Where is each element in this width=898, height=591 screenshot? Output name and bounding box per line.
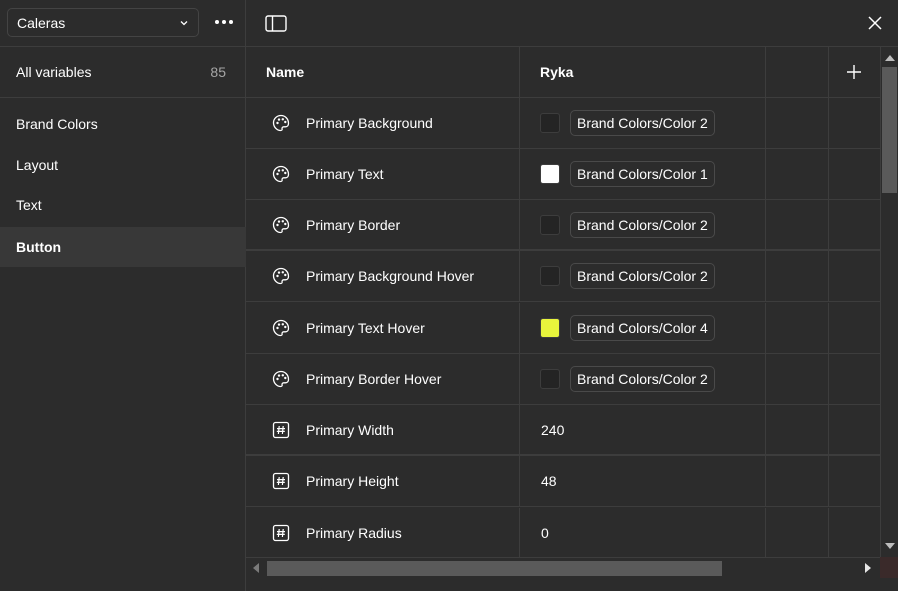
group-item-button[interactable]: Button (0, 227, 246, 267)
group-label: Text (16, 197, 42, 213)
number-hash-icon (270, 522, 292, 544)
color-palette-icon (270, 368, 292, 390)
sidebar-toggle-icon[interactable] (264, 12, 288, 34)
color-palette-icon (270, 265, 292, 287)
scrollbar-corner (880, 557, 898, 578)
variable-value-cell[interactable]: Brand Colors/Color 1 (520, 149, 765, 199)
variable-name-cell[interactable]: Primary Text Hover (246, 303, 519, 353)
number-hash-icon (270, 470, 292, 492)
all-variables-count: 85 (210, 64, 226, 80)
color-palette-icon (270, 163, 292, 185)
table-row[interactable]: Primary Background Hover Brand Colors/Co… (246, 251, 880, 302)
table-row[interactable]: Primary Border Brand Colors/Color 2 (246, 200, 880, 251)
variable-value-cell[interactable]: Brand Colors/Color 2 (520, 98, 765, 148)
all-variables-item[interactable]: All variables 85 (0, 47, 246, 97)
table-header: Name Ryka (246, 47, 880, 98)
variable-value-cell[interactable]: 0 (520, 508, 765, 557)
alias-chip[interactable]: Brand Colors/Color 4 (570, 315, 715, 341)
color-swatch[interactable] (540, 266, 560, 286)
color-palette-icon (270, 317, 292, 339)
color-palette-icon (270, 214, 292, 236)
variable-name: Primary Background (306, 115, 433, 131)
table-row[interactable]: Primary Background Brand Colors/Color 2 (246, 98, 880, 149)
alias-chip[interactable]: Brand Colors/Color 2 (570, 263, 715, 289)
variable-name: Primary Text (306, 166, 384, 182)
scroll-down-icon[interactable] (885, 543, 895, 549)
group-item-layout[interactable]: Layout (0, 145, 246, 185)
variable-value-cell[interactable]: 48 (520, 456, 765, 506)
divider (0, 97, 246, 98)
more-options-icon[interactable] (210, 10, 238, 34)
variable-name: Primary Height (306, 473, 399, 489)
table-row[interactable]: Primary Radius 0 (246, 508, 880, 557)
group-item-text[interactable]: Text (0, 185, 246, 225)
number-value[interactable]: 48 (540, 473, 557, 489)
variable-name-cell[interactable]: Primary Border (246, 200, 519, 249)
color-swatch[interactable] (540, 214, 560, 235)
number-hash-icon (270, 419, 292, 441)
collection-select[interactable]: Caleras (7, 8, 199, 37)
color-swatch[interactable] (540, 113, 560, 133)
table-row[interactable]: Primary Text Brand Colors/Color 1 (246, 149, 880, 200)
variable-name: Primary Width (306, 421, 394, 438)
color-swatch[interactable] (540, 318, 560, 338)
toolbar (246, 0, 898, 47)
sidebar: Caleras All variables 85 Brand Colors La… (0, 0, 246, 591)
group-label: Layout (16, 157, 59, 173)
variable-name: Primary Background Hover (306, 268, 475, 284)
color-swatch[interactable] (540, 369, 560, 389)
number-value[interactable]: 240 (540, 422, 564, 438)
variable-name: Primary Text Hover (306, 320, 425, 336)
alias-chip[interactable]: Brand Colors/Color 1 (570, 161, 715, 187)
group-label: Button (16, 239, 62, 255)
chevron-down-icon (179, 18, 189, 28)
variable-value-cell[interactable]: Brand Colors/Color 2 (520, 354, 765, 404)
scroll-left-icon[interactable] (253, 563, 259, 573)
table-row[interactable]: Primary Height 48 (246, 456, 880, 507)
name-column-header: Name (266, 64, 305, 80)
group-item-brand-colors[interactable]: Brand Colors (0, 104, 246, 144)
variable-name-cell[interactable]: Primary Background Hover (246, 251, 519, 301)
color-palette-icon (270, 112, 292, 134)
group-label: Brand Colors (16, 116, 98, 132)
variable-name-cell[interactable]: Primary Radius (246, 508, 519, 557)
variable-name: Primary Border Hover (306, 371, 442, 387)
variable-name: Primary Border (306, 216, 401, 233)
variable-name-cell[interactable]: Primary Width (246, 405, 519, 454)
variable-name: Primary Radius (306, 525, 402, 541)
add-mode-icon[interactable] (829, 47, 879, 97)
all-variables-label: All variables (16, 64, 92, 80)
table-row[interactable]: Primary Text Hover Brand Colors/Color 4 (246, 303, 880, 354)
variable-name-cell[interactable]: Primary Text (246, 149, 519, 199)
mode-column-header[interactable]: Ryka (540, 47, 573, 97)
scroll-right-icon[interactable] (865, 563, 871, 573)
table-row[interactable]: Primary Width 240 (246, 405, 880, 456)
number-value[interactable]: 0 (540, 525, 549, 541)
alias-chip[interactable]: Brand Colors/Color 2 (570, 211, 715, 238)
collection-name: Caleras (17, 14, 66, 31)
variable-name-cell[interactable]: Primary Border Hover (246, 354, 519, 404)
close-icon[interactable] (862, 10, 888, 36)
main-panel: Name Ryka Primary Background Brand Color… (246, 0, 898, 591)
variable-name-cell[interactable]: Primary Background (246, 98, 519, 148)
variables-table: Name Ryka Primary Background Brand Color… (246, 47, 880, 557)
alias-chip[interactable]: Brand Colors/Color 2 (570, 110, 715, 136)
scroll-thumb[interactable] (882, 67, 897, 193)
table-row[interactable]: Primary Border Hover Brand Colors/Color … (246, 354, 880, 405)
horizontal-scrollbar[interactable] (246, 557, 880, 578)
variable-value-cell[interactable]: Brand Colors/Color 2 (520, 200, 765, 249)
alias-chip[interactable]: Brand Colors/Color 2 (570, 366, 715, 392)
color-swatch[interactable] (540, 164, 560, 184)
variable-value-cell[interactable]: 240 (520, 405, 765, 454)
variable-value-cell[interactable]: Brand Colors/Color 4 (520, 303, 765, 353)
vertical-scrollbar[interactable] (880, 47, 898, 557)
variable-name-cell[interactable]: Primary Height (246, 456, 519, 506)
scroll-thumb[interactable] (267, 561, 722, 576)
scroll-up-icon[interactable] (885, 55, 895, 61)
variable-value-cell[interactable]: Brand Colors/Color 2 (520, 251, 765, 301)
